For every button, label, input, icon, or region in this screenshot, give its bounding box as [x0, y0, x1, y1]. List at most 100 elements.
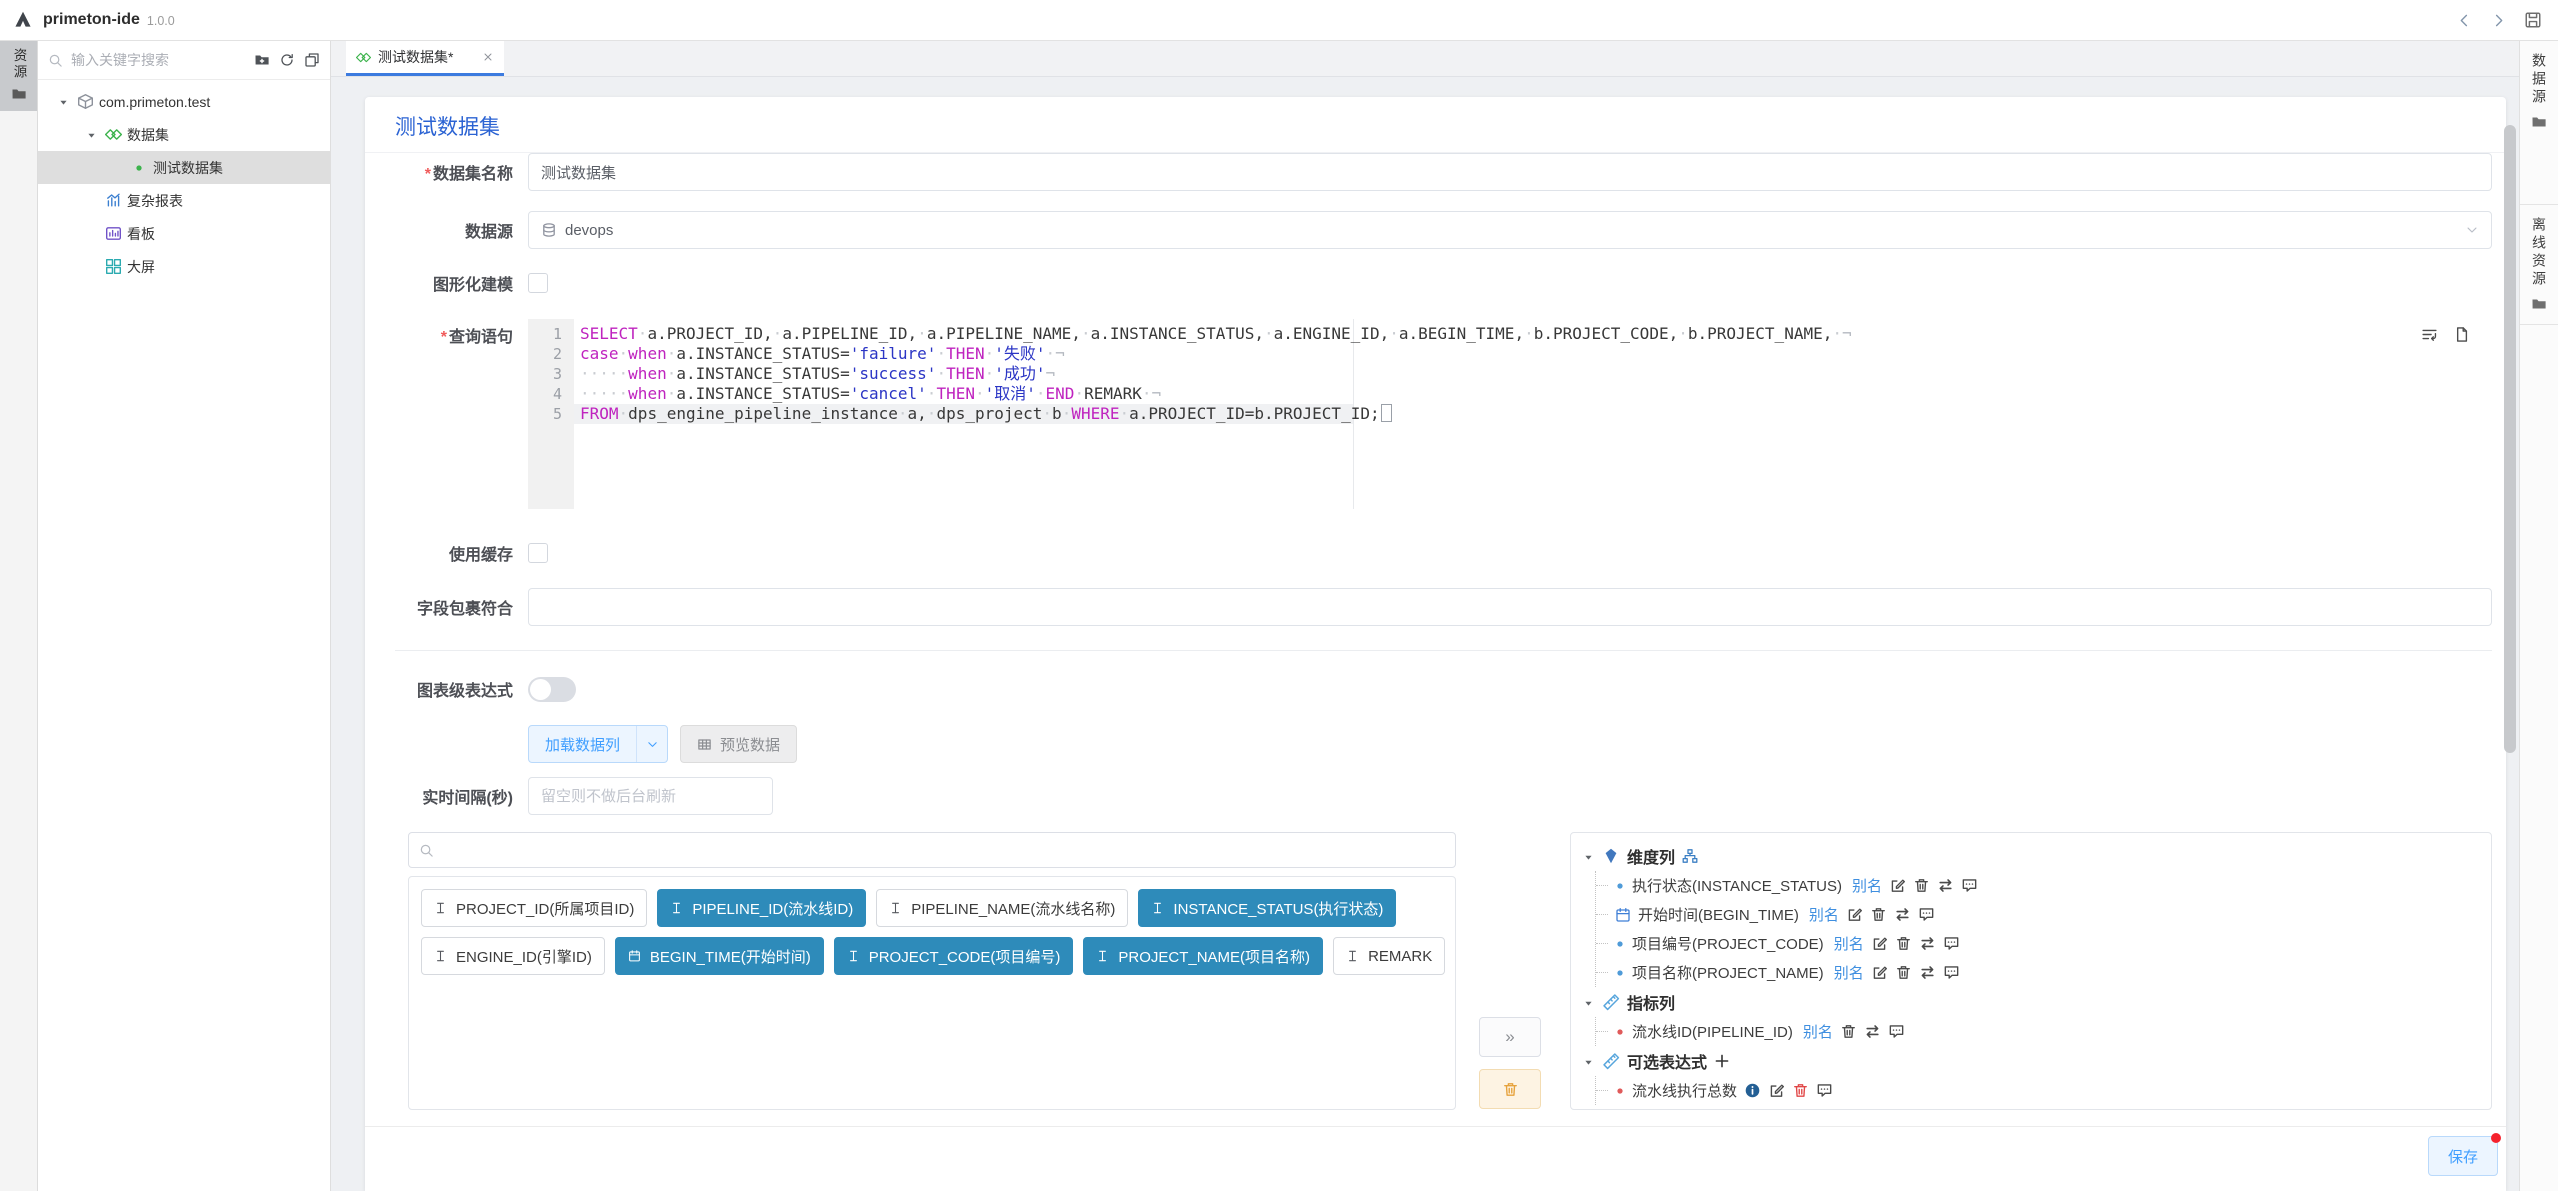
field-chip[interactable]: ENGINE_ID(引擎ID): [421, 937, 605, 975]
column-group-header[interactable]: 可选表达式: [1581, 1046, 2481, 1076]
field-chip[interactable]: PROJECT_CODE(项目编号): [834, 937, 1074, 975]
column-item[interactable]: 流水线执行总数: [1596, 1076, 2481, 1105]
delete-icon[interactable]: [1792, 1082, 1809, 1099]
column-item[interactable]: 项目名称(PROJECT_NAME)别名: [1596, 958, 2481, 987]
new-folder-icon[interactable]: [254, 52, 270, 68]
comment-icon[interactable]: [1943, 964, 1960, 981]
add-dimension-icon[interactable]: [1682, 848, 1698, 864]
collapse-arrow-icon[interactable]: [1583, 852, 1594, 863]
comment-icon[interactable]: [1943, 935, 1960, 952]
wrapper-input[interactable]: [528, 588, 2492, 626]
clear-trash-button[interactable]: [1479, 1069, 1541, 1109]
chart-expr-toggle[interactable]: [528, 677, 576, 702]
scrollbar-thumb[interactable]: [2504, 125, 2516, 753]
comment-icon[interactable]: [1961, 877, 1978, 894]
column-group-header[interactable]: 维度列: [1581, 841, 2481, 871]
collapse-arrow-icon[interactable]: [1583, 1057, 1594, 1068]
field-chip[interactable]: PROJECT_NAME(项目名称): [1083, 937, 1323, 975]
expand-arrow-icon[interactable]: [82, 128, 100, 141]
open-copy-icon[interactable]: [304, 52, 320, 68]
sql-line[interactable]: ·····when·a.INSTANCE_STATUS='cancel'·THE…: [574, 384, 2492, 404]
edit-icon[interactable]: [1871, 935, 1888, 952]
collapse-arrow[interactable]: [1581, 850, 1595, 863]
field-chip[interactable]: REMARK: [1333, 937, 1445, 975]
sql-code[interactable]: SELECT·a.PROJECT_ID,·a.PIPELINE_ID,·a.PI…: [574, 319, 2492, 509]
load-columns-dropdown[interactable]: [636, 726, 667, 762]
alias-link[interactable]: 别名: [1809, 904, 1839, 925]
forward-icon[interactable]: [2490, 12, 2507, 29]
interval-input[interactable]: [528, 777, 773, 815]
delete-icon[interactable]: [1895, 935, 1912, 952]
dataset-name-input[interactable]: [528, 153, 2492, 191]
column-item[interactable]: 开始时间(BEGIN_TIME)别名: [1596, 900, 2481, 929]
refresh-icon[interactable]: [279, 52, 295, 68]
tree-item[interactable]: 数据集: [38, 118, 330, 151]
preview-data-button[interactable]: 预览数据: [680, 725, 797, 763]
tree-item[interactable]: 看板: [38, 217, 330, 250]
swap-icon[interactable]: [1864, 1023, 1881, 1040]
back-icon[interactable]: [2456, 12, 2473, 29]
swap-icon[interactable]: [1894, 906, 1911, 923]
alias-link[interactable]: 别名: [1803, 1021, 1833, 1042]
tree-item[interactable]: 大屏: [38, 250, 330, 283]
delete-icon[interactable]: [1895, 964, 1912, 981]
field-chip[interactable]: PIPELINE_ID(流水线ID): [657, 889, 866, 927]
sidebar-search-input[interactable]: [69, 51, 248, 69]
close-icon[interactable]: [482, 51, 494, 63]
comment-icon[interactable]: [1816, 1082, 1833, 1099]
save-button[interactable]: 保存: [2428, 1136, 2498, 1176]
add-expression-icon[interactable]: [1714, 1053, 1730, 1069]
expand-arrow-icon[interactable]: [54, 95, 72, 108]
collapse-arrow[interactable]: [1581, 996, 1595, 1009]
swap-icon[interactable]: [1919, 964, 1936, 981]
swap-icon[interactable]: [1937, 877, 1954, 894]
collapse-arrow[interactable]: [1581, 1055, 1595, 1068]
field-chip[interactable]: PROJECT_ID(所属项目ID): [421, 889, 647, 927]
fields-search-input[interactable]: [441, 841, 1445, 859]
delete-icon[interactable]: [1913, 877, 1930, 894]
field-chip[interactable]: INSTANCE_STATUS(执行状态): [1138, 889, 1396, 927]
edit-icon[interactable]: [1846, 906, 1863, 923]
load-columns-button[interactable]: 加载数据列: [528, 725, 668, 763]
info-icon[interactable]: [1744, 1082, 1761, 1099]
sql-line[interactable]: FROM·dps_engine_pipeline_instance·a,·dps…: [574, 404, 2492, 424]
activity-tab-resources[interactable]: 资源: [0, 41, 37, 111]
delete-icon[interactable]: [1870, 906, 1887, 923]
collapse-arrow-icon[interactable]: [1583, 998, 1594, 1009]
save-disk-icon[interactable]: [2524, 11, 2542, 29]
数据集-arrow-icon[interactable]: [86, 130, 97, 141]
column-item[interactable]: 项目编号(PROJECT_CODE)别名: [1596, 929, 2481, 958]
field-chip[interactable]: BEGIN_TIME(开始时间): [615, 937, 824, 975]
column-item[interactable]: 执行状态(INSTANCE_STATUS)别名: [1596, 871, 2481, 900]
alias-link[interactable]: 别名: [1834, 933, 1864, 954]
graphical-checkbox[interactable]: [528, 273, 548, 293]
com.primeton.test-arrow-icon[interactable]: [58, 97, 69, 108]
delete-icon[interactable]: [1840, 1023, 1857, 1040]
activity-tab-offline-resource[interactable]: 离线资源: [2520, 205, 2558, 325]
edit-icon[interactable]: [1871, 964, 1888, 981]
copy-doc-icon[interactable]: [2453, 326, 2470, 343]
edit-icon[interactable]: [1768, 1082, 1785, 1099]
move-right-button[interactable]: »: [1479, 1017, 1541, 1057]
edit-icon[interactable]: [1889, 877, 1906, 894]
swap-icon[interactable]: [1919, 935, 1936, 952]
comment-icon[interactable]: [1888, 1023, 1905, 1040]
activity-tab-datasource[interactable]: 数据源: [2520, 41, 2558, 205]
sql-line[interactable]: SELECT·a.PROJECT_ID,·a.PIPELINE_ID,·a.PI…: [574, 324, 2492, 344]
format-sql-icon[interactable]: [2421, 326, 2438, 343]
alias-link[interactable]: 别名: [1852, 875, 1882, 896]
tree-item[interactable]: 测试数据集: [38, 151, 330, 184]
tab-test-dataset[interactable]: 测试数据集*: [346, 41, 504, 76]
cache-checkbox[interactable]: [528, 543, 548, 563]
tree-item[interactable]: 复杂报表: [38, 184, 330, 217]
tree-item[interactable]: com.primeton.test: [38, 85, 330, 118]
column-item[interactable]: 流水线ID(PIPELINE_ID)别名: [1596, 1017, 2481, 1046]
sql-line[interactable]: case·when·a.INSTANCE_STATUS='failure'·TH…: [574, 344, 2492, 364]
alias-link[interactable]: 别名: [1834, 962, 1864, 983]
field-chip[interactable]: PIPELINE_NAME(流水线名称): [876, 889, 1128, 927]
column-group-header[interactable]: 指标列: [1581, 987, 2481, 1017]
comment-icon[interactable]: [1918, 906, 1935, 923]
sql-line[interactable]: ·····when·a.INSTANCE_STATUS='success'·TH…: [574, 364, 2492, 384]
datasource-select[interactable]: devops: [528, 211, 2492, 249]
sql-editor[interactable]: 12345 SELECT·a.PROJECT_ID,·a.PIPELINE_ID…: [528, 319, 2492, 509]
